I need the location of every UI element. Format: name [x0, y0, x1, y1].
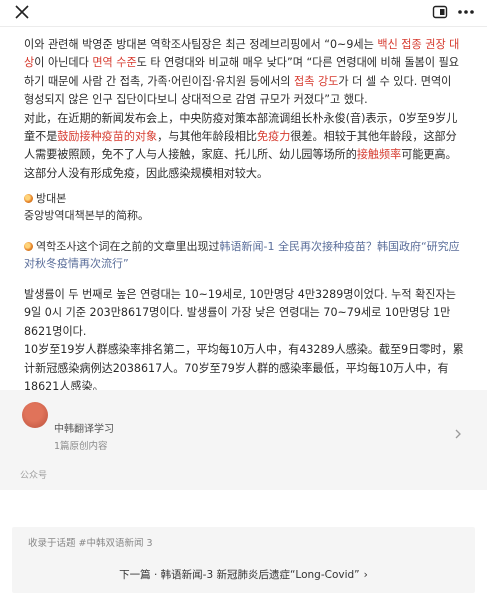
text-segment: 이와 관련해 박영준 방대본 역학조사팀장은 최근 정례브리핑에서 “0~9세는: [24, 38, 378, 51]
highlight-text: 鼓励接种疫苗的对象: [57, 130, 158, 144]
close-button[interactable]: [12, 2, 32, 22]
text-segment: 10岁至19岁人群感染率排名第二，平均每10万人中，有43289人感染。截至9日…: [24, 343, 464, 394]
close-icon: [15, 5, 29, 19]
chevron-right-icon: [455, 429, 461, 439]
account-subtitle: 1篇原创内容: [54, 441, 108, 452]
highlight-text: 접촉 강도: [294, 74, 339, 88]
arrow-right-icon: ›: [363, 569, 368, 581]
article-body: 이와 관련해 박영준 방대본 역학조사팀장은 최근 정례브리핑에서 “0~9세는…: [24, 36, 464, 183]
note-epidemiology: 역학조사这个词在之前的文章里出现过韩语新闻-1 全民再次接种疫苗？韩国政府“研究…: [24, 238, 464, 272]
account-type-label: 公众号: [20, 471, 48, 481]
text-segment: 이 아닌데다: [34, 56, 93, 70]
collection-box: 收录于话题 #中韩双语新闻 3 下一篇 · 韩语新闻-3 新冠肺炎后遗症“Lon…: [12, 527, 475, 593]
paragraph-chinese-1: 对此，在近期的新闻发布会上，中央防疫对策本部流调组长朴永俊(音)表示，0岁至9岁…: [24, 110, 464, 184]
account-card-inner[interactable]: 中韩翻译学习 1篇原创内容: [14, 398, 471, 462]
article-body-2: 발생률이 두 번째로 높은 연령대는 10~19세로, 10만명당 4만3289…: [24, 286, 464, 396]
topic-tag[interactable]: 收录于话题 #中韩双语新闻 3: [28, 535, 153, 549]
window-toggle-button[interactable]: [431, 3, 449, 21]
paragraph-chinese-2: 10岁至19岁人群感染率排名第二，平均每10万人中，有43289人感染。截至9日…: [24, 341, 464, 396]
avatar: [22, 402, 48, 428]
window-toggle-icon: [432, 5, 448, 19]
note-fangdaben: 방대본 중앙방역대책본부的简称。: [24, 190, 149, 224]
next-article-title: 下一篇 · 韩语新闻-3 新冠肺炎后遗症“Long-Covid”: [119, 569, 360, 581]
highlight-text: 免疫力: [257, 130, 291, 144]
text-segment: ，与其他年龄段相比: [157, 130, 258, 144]
next-article-link[interactable]: 下一篇 · 韩语新闻-3 新冠肺炎后遗症“Long-Covid” ›: [12, 567, 475, 582]
paragraph-korean-2: 발생률이 두 번째로 높은 연령대는 10~19세로, 10만명당 4만3289…: [24, 286, 464, 341]
text-segment: 발생률이 두 번째로 높은 연령대는 10~19세로, 10만명당 4만3289…: [24, 288, 456, 338]
highlight-text: 면역 수준: [92, 56, 137, 70]
bullet-icon: [24, 194, 33, 203]
note-term: 역학조사: [36, 240, 77, 253]
note-text: 这个词在之前的文章里出现过: [76, 240, 220, 253]
paragraph-korean-1: 이와 관련해 박영준 방대본 역학조사팀장은 최근 정례브리핑에서 “0~9세는…: [24, 36, 464, 110]
account-name: 中韩翻译学习: [54, 424, 114, 435]
note-definition: 중앙방역대책본부的简称。: [24, 209, 149, 222]
top-bar: [0, 0, 487, 27]
account-card[interactable]: 中韩翻译学习 1篇原创内容 公众号: [0, 390, 487, 490]
more-icon: [458, 10, 474, 14]
more-button[interactable]: [455, 3, 477, 21]
highlight-text: 接触频率: [356, 148, 402, 162]
bullet-icon: [24, 242, 33, 251]
note-term: 방대본: [36, 192, 67, 205]
